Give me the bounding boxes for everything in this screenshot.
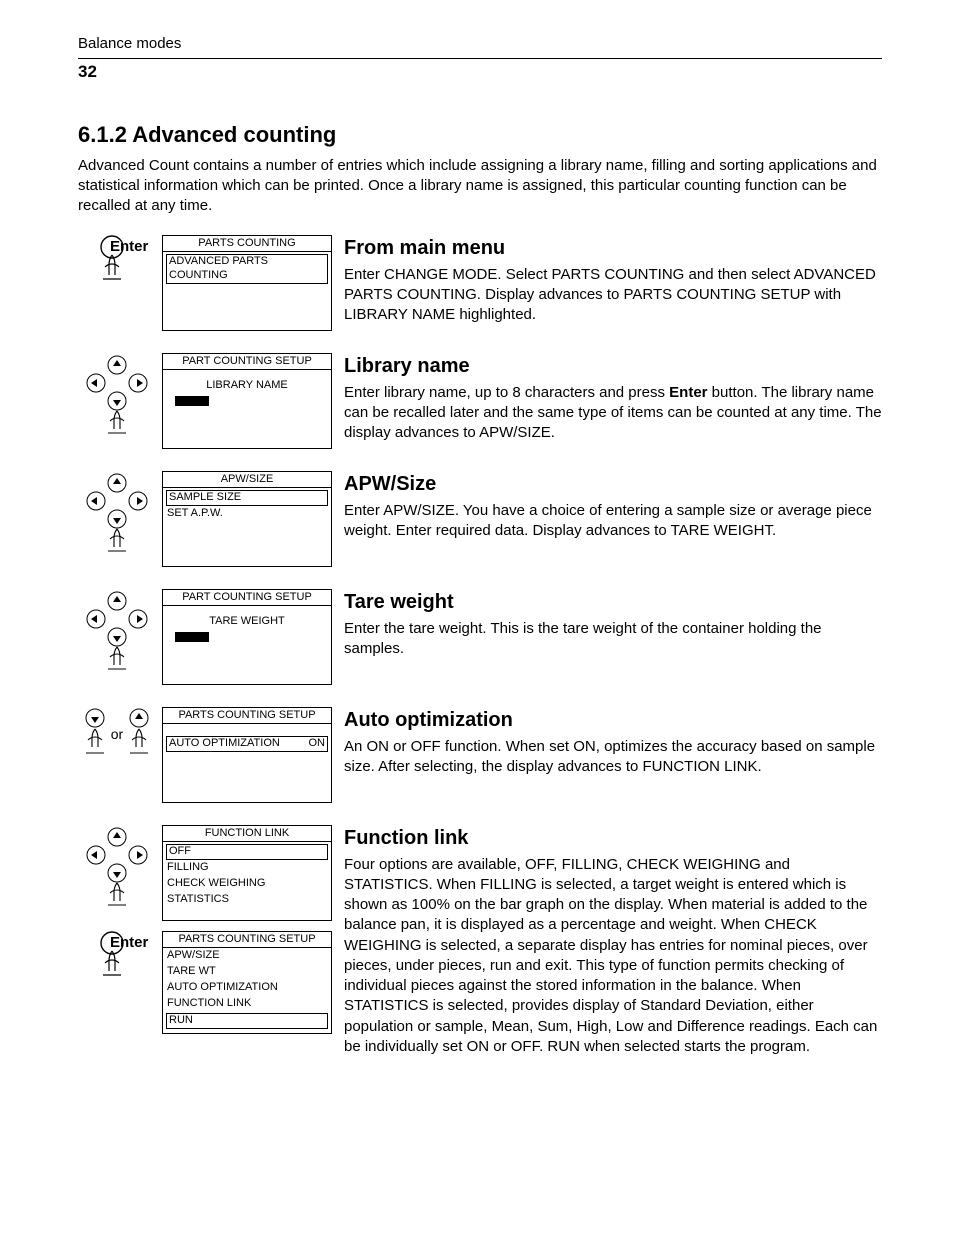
screen-title: PARTS COUNTING — [163, 236, 331, 253]
enter-press-icon: Enter — [78, 235, 156, 291]
step-body: Four options are available, OFF, FILLING… — [344, 855, 882, 1058]
screen-title: PART COUNTING SETUP — [163, 590, 331, 607]
screen-line: CHECK WEIGHING — [163, 876, 331, 892]
screen-tare-weight: PART COUNTING SETUP TARE WEIGHT — [162, 589, 332, 685]
step-from-main-menu: Enter PARTS COUNTING ADVANCED PARTS COUN… — [78, 235, 882, 331]
screen-row-left: AUTO OPTIMIZATION — [169, 737, 280, 751]
screen-line: FILLING — [163, 860, 331, 876]
screen-line: LIBRARY NAME — [163, 378, 331, 394]
dpad-icon — [78, 589, 156, 675]
step-heading: From main menu — [344, 235, 882, 262]
step-tare-weight: PART COUNTING SETUP TARE WEIGHT Tare wei… — [78, 589, 882, 685]
step-library-name: PART COUNTING SETUP LIBRARY NAME Library… — [78, 353, 882, 449]
screen-library-name: PART COUNTING SETUP LIBRARY NAME — [162, 353, 332, 449]
screen-selected: AUTO OPTIMIZATION ON — [166, 736, 328, 752]
screen-function-link: FUNCTION LINK OFF FILLING CHECK WEIGHING… — [162, 825, 332, 921]
step-auto-optimization: or PARTS COUNTING SETUP AUTO OPTIMIZATIO… — [78, 707, 882, 803]
step-body: Enter the tare weight. This is the tare … — [344, 619, 882, 660]
screen-title: PART COUNTING SETUP — [163, 354, 331, 371]
enter-label: Enter — [110, 237, 148, 257]
section-intro: Advanced Count contains a number of entr… — [78, 156, 882, 217]
text-cursor — [175, 632, 209, 642]
screen-line: TARE WEIGHT — [163, 614, 331, 630]
step-body: Enter library name, up to 8 characters a… — [344, 383, 882, 444]
screen-selected: OFF — [166, 844, 328, 860]
or-label: or — [111, 725, 123, 744]
step-apw-size: APW/SIZE SAMPLE SIZE SET A.P.W. APW/Size… — [78, 471, 882, 567]
screen-row-right: ON — [309, 737, 326, 751]
step-heading: Tare weight — [344, 589, 882, 616]
step-heading: Auto optimization — [344, 707, 882, 734]
screen-title: PARTS COUNTING SETUP — [163, 932, 331, 949]
screen-line: FUNCTION LINK — [163, 996, 331, 1012]
screen-parts-counting: PARTS COUNTING ADVANCED PARTS COUNTING — [162, 235, 332, 331]
up-or-down-icon: or — [78, 707, 156, 763]
screen-selected: SAMPLE SIZE — [166, 490, 328, 506]
running-header: Balance modes — [78, 34, 882, 59]
page-number: 32 — [78, 61, 882, 84]
screen-line: SET A.P.W. — [163, 506, 331, 522]
step-heading: Library name — [344, 353, 882, 380]
screen-selected: ADVANCED PARTS COUNTING — [166, 254, 328, 284]
screen-line: STATISTICS — [163, 892, 331, 908]
screen-line: TARE WT — [163, 964, 331, 980]
text-cursor — [175, 396, 209, 406]
step-body: Enter CHANGE MODE. Select PARTS COUNTING… — [344, 265, 882, 326]
step-heading: Function link — [344, 825, 882, 852]
step-body: Enter APW/SIZE. You have a choice of ent… — [344, 501, 882, 542]
enter-label: Enter — [110, 933, 148, 953]
step-body: An ON or OFF function. When set ON, opti… — [344, 737, 882, 778]
dpad-icon — [78, 825, 156, 921]
screen-auto-opt: PARTS COUNTING SETUP AUTO OPTIMIZATION O… — [162, 707, 332, 803]
screen-line: APW/SIZE — [163, 948, 331, 964]
screen-setup-summary: PARTS COUNTING SETUP APW/SIZE TARE WT AU… — [162, 931, 332, 1035]
dpad-icon — [78, 353, 156, 439]
step-heading: APW/Size — [344, 471, 882, 498]
dpad-icon — [78, 471, 156, 557]
screen-title: APW/SIZE — [163, 472, 331, 489]
screen-title: PARTS COUNTING SETUP — [163, 708, 331, 725]
screen-line: AUTO OPTIMIZATION — [163, 980, 331, 996]
step-function-link: FUNCTION LINK OFF FILLING CHECK WEIGHING… — [78, 825, 882, 1058]
page: Balance modes 32 6.1.2 Advanced counting… — [0, 0, 954, 1235]
screen-selected: RUN — [166, 1013, 328, 1029]
section-title: 6.1.2 Advanced counting — [78, 120, 882, 150]
screen-apw-size: APW/SIZE SAMPLE SIZE SET A.P.W. — [162, 471, 332, 567]
screen-title: FUNCTION LINK — [163, 826, 331, 843]
enter-press-icon: Enter — [78, 931, 156, 1035]
